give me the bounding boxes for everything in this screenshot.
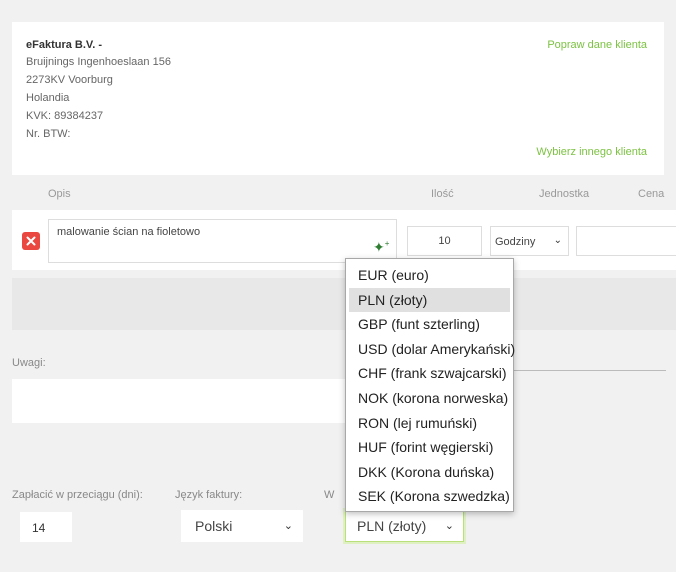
chevron-down-icon: ⌄ (553, 235, 562, 246)
invoice-language-select[interactable]: Polski ⌄ (181, 510, 303, 542)
chevron-down-icon: ⌄ (444, 520, 454, 532)
column-quantity: Ilość (431, 188, 454, 200)
item-unit-select[interactable]: Godziny ⌄ (490, 226, 569, 256)
currency-option-eur[interactable]: EUR (euro) (349, 263, 510, 288)
currency-option-pln[interactable]: PLN (złoty) (349, 287, 510, 313)
client-country: Holandia (26, 92, 70, 104)
edit-client-link[interactable]: Popraw dane klienta (547, 39, 647, 51)
client-card: eFaktura B.V. - Bruijnings Ingenhoeslaan… (12, 22, 664, 175)
invoice-language-value: Polski (195, 518, 233, 534)
client-kvk: KVK: 89384237 (26, 110, 104, 122)
currency-option-nok[interactable]: NOK (korona norweska) (349, 386, 510, 411)
currency-value: PLN (złoty) (357, 518, 427, 534)
client-vat: Nr. BTW: (26, 128, 71, 140)
payment-days-input[interactable]: 14 (20, 512, 72, 542)
choose-client-link[interactable]: Wybierz innego klienta (536, 146, 647, 158)
item-description-input[interactable]: malowanie ścian na fioletowo ✦+ (48, 219, 397, 263)
notes-label: Uwagi: (12, 357, 46, 369)
currency-option-gbp[interactable]: GBP (funt szterling) (349, 312, 510, 337)
currency-option-chf[interactable]: CHF (frank szwajcarski) (349, 361, 510, 386)
client-street: Bruijnings Ingenhoeslaan 156 (26, 56, 171, 68)
payment-days-label: Zapłacić w przeciągu (dni): (12, 489, 143, 501)
currency-dropdown-list: EUR (euro) PLN (złoty) GBP (funt szterli… (345, 258, 515, 512)
ai-sparkle-icon[interactable]: ✦+ (373, 239, 389, 256)
item-unit-value: Godziny (495, 236, 536, 248)
item-price-input[interactable] (576, 226, 676, 256)
divider (510, 370, 666, 371)
invoice-item-row: malowanie ścian na fioletowo ✦+ 10 Godzi… (12, 210, 676, 270)
currency-label: W (324, 489, 335, 501)
add-item-area (12, 278, 676, 330)
item-description-text: malowanie ścian na fioletowo (57, 226, 201, 238)
column-price: Cena (638, 188, 665, 200)
client-name: eFaktura B.V. - (26, 39, 103, 51)
currency-option-huf[interactable]: HUF (forint węgierski) (349, 435, 510, 460)
client-city: 2273KV Voorburg (26, 74, 113, 86)
chevron-down-icon: ⌄ (283, 520, 293, 532)
currency-option-usd[interactable]: USD (dolar Amerykański) (349, 337, 515, 362)
currency-option-dkk[interactable]: DKK (Korona duńska) (349, 460, 510, 485)
close-icon (26, 236, 36, 246)
item-quantity-input[interactable]: 10 (407, 226, 482, 256)
currency-option-sek[interactable]: SEK (Korona szwedzka) (349, 484, 510, 509)
notes-textarea[interactable] (12, 379, 357, 423)
delete-item-button[interactable] (22, 232, 40, 250)
currency-option-ron[interactable]: RON (lej rumuński) (349, 411, 510, 436)
payment-days-value: 14 (32, 521, 46, 535)
invoice-language-label: Język faktury: (175, 489, 243, 501)
column-description: Opis (48, 188, 71, 200)
column-unit: Jednostka (539, 188, 590, 200)
currency-select[interactable]: PLN (złoty) ⌄ (345, 510, 464, 542)
